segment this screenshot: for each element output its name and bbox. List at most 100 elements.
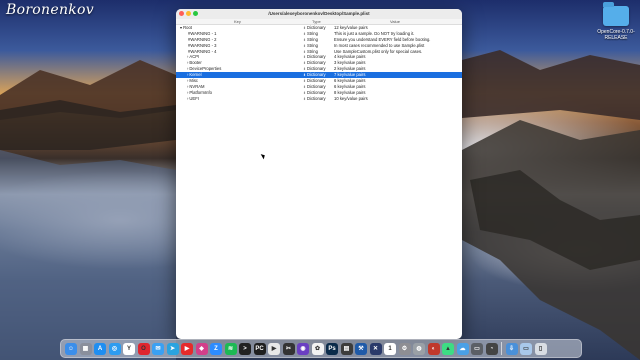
yandex-browser-icon[interactable]: Y: [123, 342, 135, 355]
type-stepper-icon: ⬍: [303, 37, 307, 42]
dock-glyph: ▶: [271, 346, 277, 352]
dock-glyph: >: [243, 345, 247, 352]
photoshop-icon[interactable]: Ps: [326, 342, 338, 355]
row-type-text: String: [307, 30, 318, 36]
type-stepper-icon: ⬍: [303, 67, 307, 72]
column-header-type[interactable]: Type: [312, 19, 321, 24]
photos-icon[interactable]: ✿: [311, 342, 324, 355]
dock-glyph: ➤: [169, 346, 176, 352]
network-tool-icon[interactable]: ✕: [369, 342, 382, 355]
mail-icon[interactable]: ✉: [152, 342, 164, 355]
dock-glyph: ✿: [314, 346, 321, 352]
dock-glyph: ◔: [489, 345, 494, 352]
type-stepper-icon: ⬍: [303, 84, 307, 89]
row-type-text: Dictionary: [307, 89, 326, 95]
row-key-text: Misc: [189, 78, 199, 84]
dock-glyph: ▭: [523, 346, 529, 352]
row-type-text: String: [307, 42, 318, 48]
row-type-text: Dictionary: [307, 60, 326, 66]
folder-stack-icon[interactable]: ▭: [520, 342, 532, 355]
zoom-icon[interactable]: Z: [210, 342, 222, 355]
type-stepper-icon: ⬍: [303, 61, 307, 66]
row-key-text: #WARNING - 2: [188, 36, 217, 42]
row-key-text: PlatformInfo: [189, 89, 212, 95]
dock-glyph: ◆: [199, 346, 204, 352]
row-key-text: #WARNING - 1: [188, 30, 217, 36]
type-stepper-icon: ⬍: [303, 26, 307, 30]
row-key-text: Booter: [189, 60, 202, 66]
dock-glyph: ▯: [538, 346, 543, 352]
safari-icon[interactable]: ◎: [108, 342, 121, 355]
dock-glyph: ⇩: [508, 346, 515, 352]
dock-glyph: Ps: [328, 345, 336, 352]
app-store-icon[interactable]: A: [94, 342, 106, 355]
type-stepper-icon: ⬍: [303, 79, 307, 84]
cloud-icon[interactable]: ☁: [456, 342, 469, 355]
dock-glyph: ◎: [111, 346, 118, 352]
row-key-text: Kernel: [189, 72, 202, 78]
telegram-icon[interactable]: ➤: [166, 342, 179, 355]
monitor-icon[interactable]: ▭: [471, 342, 483, 355]
row-key-text: #WARNING - 3: [188, 42, 217, 48]
row-type-text: Dictionary: [307, 95, 326, 101]
desktop-folder-opencore[interactable]: OpenCore-0.7.0- RELEASE: [596, 2, 636, 41]
dock-glyph: ▦: [82, 346, 89, 352]
android-icon[interactable]: ▲: [442, 342, 454, 355]
table-row[interactable]: ›UEFI ⬍Dictionary 10 key/value pairs: [176, 96, 462, 102]
dock-glyph: ◍: [416, 346, 422, 352]
row-key-text: DeviceProperties: [189, 66, 222, 72]
type-stepper-icon: ⬍: [303, 49, 307, 54]
minimize-button[interactable]: [186, 11, 191, 16]
terminal-icon[interactable]: >: [239, 342, 251, 355]
type-stepper-icon: ⬍: [303, 96, 307, 101]
dock-glyph: ☁: [459, 346, 466, 352]
row-key-text: ACPI: [189, 54, 200, 60]
final-cut-icon[interactable]: ✂: [282, 342, 295, 355]
row-key-text: NVRAM: [189, 83, 205, 89]
launchpad-icon[interactable]: ▦: [79, 342, 92, 355]
row-type-text: Dictionary: [307, 78, 326, 84]
trash-icon[interactable]: ▯: [534, 342, 547, 355]
window-titlebar[interactable]: /Users/alexeyboronenkov/Desktop/Sample.p…: [176, 9, 462, 19]
row-type-text: String: [307, 36, 318, 42]
dock-glyph: ▶: [184, 346, 190, 352]
pycharm-icon[interactable]: PC: [253, 342, 266, 355]
downloads-stack-icon[interactable]: ⇩: [505, 342, 518, 355]
messenger-icon[interactable]: ◆: [195, 342, 208, 355]
disk-utility-icon[interactable]: ◍: [413, 342, 425, 355]
dock-glyph: 1: [388, 345, 392, 352]
column-header-value[interactable]: Value: [390, 19, 400, 24]
disclosure-triangle-icon[interactable]: ▾: [180, 25, 182, 30]
media-player-icon[interactable]: ▶: [268, 342, 280, 355]
calendar-icon[interactable]: 1: [384, 342, 396, 355]
activity-monitor-icon[interactable]: ◔: [485, 342, 498, 355]
close-button[interactable]: [179, 11, 184, 16]
dock-glyph: ▤: [343, 346, 350, 352]
spotify-icon[interactable]: ≋: [224, 342, 237, 355]
dock-glyph: ✕: [372, 346, 379, 352]
dock-glyph: A: [97, 345, 103, 352]
desktop-folder-label: OpenCore-0.7.0- RELEASE: [596, 29, 636, 41]
system-tool-icon[interactable]: ▤: [340, 342, 353, 355]
dock-glyph: ≋: [227, 346, 234, 352]
dock-glyph: ▲: [445, 345, 451, 352]
dock-glyph: O: [141, 345, 146, 352]
video-app-icon[interactable]: ◉: [297, 342, 309, 355]
youtube-icon[interactable]: ▶: [181, 342, 193, 355]
column-header-key[interactable]: Key: [234, 19, 241, 24]
xcode-icon[interactable]: ⚒: [355, 342, 367, 355]
type-stepper-icon: ⬍: [303, 73, 307, 78]
row-type-text: Dictionary: [307, 54, 326, 60]
system-preferences-icon[interactable]: ⚙: [398, 342, 411, 355]
dock-separator: [501, 342, 502, 355]
opera-icon[interactable]: O: [137, 342, 150, 355]
utility-icon[interactable]: ◐: [427, 342, 440, 355]
type-stepper-icon: ⬍: [303, 31, 307, 36]
row-key[interactable]: ›UEFI: [187, 96, 199, 102]
row-type-popup[interactable]: ⬍Dictionary: [303, 96, 326, 103]
zoom-button[interactable]: [193, 11, 198, 16]
row-value[interactable]: 10 key/value pairs: [334, 96, 368, 102]
folder-icon: [603, 2, 629, 26]
plist-outline: ▾Root ⬍Dictionary 12 key/value pairs #WARNI…: [176, 25, 462, 102]
finder-icon[interactable]: ☺: [65, 342, 77, 355]
